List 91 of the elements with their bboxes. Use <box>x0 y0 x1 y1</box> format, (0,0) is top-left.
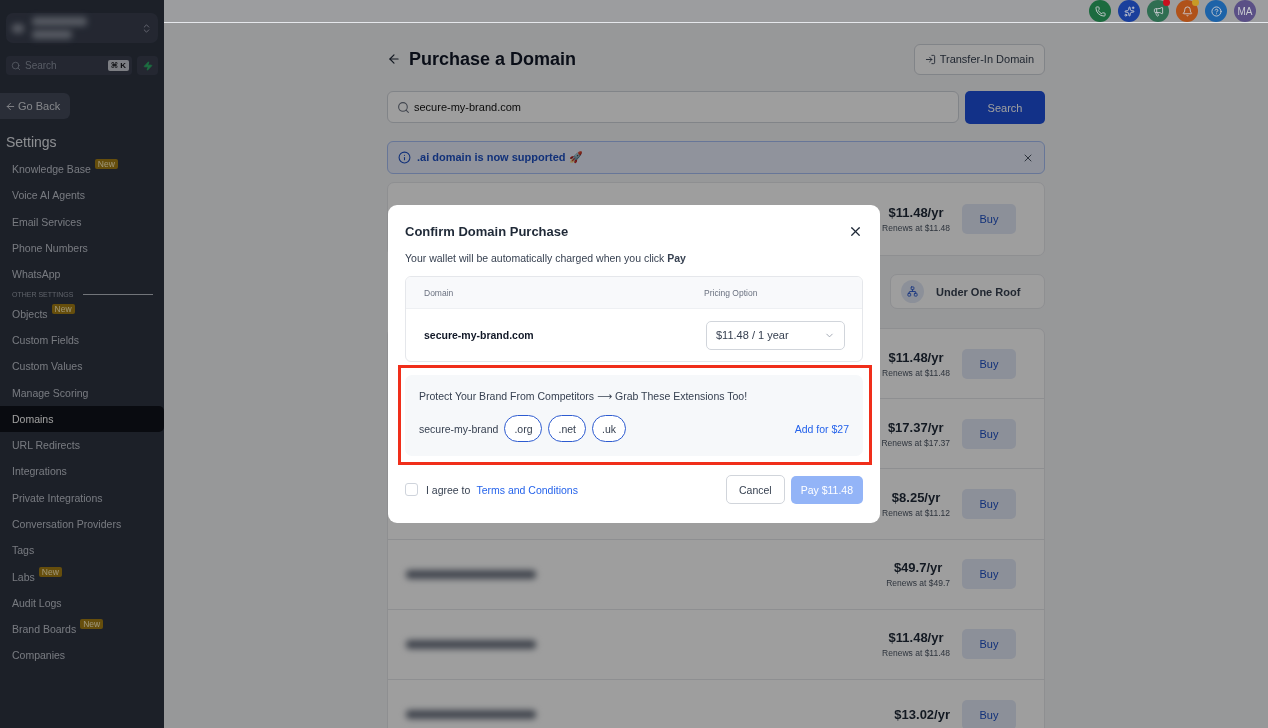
buy-button[interactable]: Buy <box>962 204 1016 234</box>
sidebar-item[interactable]: Companies <box>0 642 164 669</box>
sidebar-heading: Settings <box>6 134 58 150</box>
phone-button[interactable] <box>1089 0 1111 22</box>
sidebar-item[interactable]: Phone Numbers <box>0 234 164 262</box>
buy-button[interactable]: Buy <box>962 629 1016 660</box>
buy-button[interactable]: Buy <box>962 348 1016 379</box>
phone-icon <box>1094 5 1106 17</box>
megaphone-icon <box>1152 5 1164 17</box>
sidebar-item[interactable]: Private Integrations <box>0 484 164 511</box>
arrow-left-icon <box>5 100 16 112</box>
domain-search-field[interactable]: secure-my-brand.com <box>387 91 959 123</box>
account-switcher[interactable] <box>6 13 158 43</box>
sidebar-item[interactable]: Voice AI Agents <box>0 182 164 209</box>
search-icon <box>397 100 410 114</box>
extension-chip[interactable]: .uk <box>592 415 626 442</box>
sparkle-icon <box>1123 5 1135 17</box>
extension-chip[interactable]: .org <box>504 415 543 442</box>
sidebar-item[interactable]: Labs New <box>0 563 164 590</box>
price: $8.25/yr <box>891 489 941 505</box>
renewal-price: Renews at $17.37 <box>881 437 950 448</box>
column-header: Pricing Option <box>704 287 759 298</box>
sign-in-icon <box>924 53 936 65</box>
bell-button[interactable] <box>1176 0 1198 22</box>
renewal-price: Renews at $49.7 <box>886 578 950 589</box>
price: $11.48/yr <box>888 205 944 220</box>
buy-button[interactable]: Buy <box>962 418 1016 449</box>
notification-dot <box>1163 0 1170 6</box>
pricing-select[interactable]: $11.48 / 1 year <box>706 320 845 350</box>
sidebar-item[interactable]: Custom Fields <box>0 326 164 354</box>
add-link[interactable]: Add for $27 <box>794 422 849 435</box>
sidebar-item[interactable]: Brand Boards New <box>0 616 164 643</box>
go-back-button[interactable]: Go Back <box>0 93 70 119</box>
renewal-price: Renews at $11.48 <box>882 648 950 659</box>
price: $49.7/yr <box>893 560 943 576</box>
column-header: Domain <box>424 287 454 298</box>
quick-action-button[interactable] <box>137 56 158 75</box>
sidebar-item[interactable]: Email Services <box>0 208 164 235</box>
upsell-heading: Protect Your Brand From Competitors ⟶ Grab These Extensions Too! <box>419 390 749 402</box>
bell-icon <box>1181 5 1193 17</box>
cancel-button[interactable]: Cancel <box>725 475 785 504</box>
help-button[interactable] <box>1205 0 1227 22</box>
info-icon <box>398 151 411 164</box>
close-icon[interactable] <box>848 224 863 239</box>
dialog-description: Your wallet will be automatically charged when you click Pay <box>405 252 687 264</box>
sidebar-item[interactable]: Manage Scoring <box>0 379 164 406</box>
renewal-price: Renews at $11.12 <box>882 507 950 518</box>
banner-text: .ai domain is now supported 🚀 <box>417 151 583 164</box>
new-badge: New <box>51 303 75 314</box>
user-avatar[interactable]: MA <box>1234 0 1256 22</box>
under-one-roof-button[interactable]: Under One Roof <box>890 274 1045 309</box>
domain-name: secure-my-brand.com <box>424 329 534 341</box>
buy-button[interactable]: Buy <box>962 559 1016 590</box>
renewal-price: Renews at $11.48 <box>882 367 950 378</box>
price: $11.48/yr <box>888 349 944 365</box>
lightning-icon <box>142 60 153 71</box>
price: $11.48/yr <box>888 630 944 646</box>
agree-checkbox[interactable] <box>405 483 418 496</box>
sidebar-item[interactable]: Knowledge Base New <box>0 156 164 183</box>
dialog-title: Confirm Domain Purchase <box>405 224 569 239</box>
chevrons-icon <box>141 22 152 34</box>
sidebar-item[interactable]: Objects New <box>0 300 164 327</box>
price: $17.37/yr <box>887 419 944 435</box>
domain-base: secure-my-brand <box>419 422 499 435</box>
search-icon <box>11 60 21 71</box>
page-title: Purchase a Domain <box>409 48 577 70</box>
search-button[interactable]: Search <box>965 91 1045 124</box>
notification-dot <box>1192 0 1199 6</box>
sidebar-item[interactable]: Conversation Providers <box>0 510 164 538</box>
sparkle-button[interactable] <box>1118 0 1140 22</box>
sidebar-item[interactable]: Tags <box>0 537 164 564</box>
help-icon <box>1210 5 1222 17</box>
agree-label: I agree to <box>426 483 471 496</box>
new-badge: New <box>94 159 118 170</box>
price: $13.02/yr <box>894 707 950 723</box>
sidebar-item[interactable]: WhatsApp <box>0 261 164 288</box>
sidebar-item[interactable]: URL Redirects <box>0 431 164 459</box>
sidebar-item[interactable]: Integrations <box>0 458 164 485</box>
new-badge: New <box>80 619 104 630</box>
new-badge: New <box>38 566 62 577</box>
renewal-price: Renews at $11.48 <box>882 223 950 233</box>
sidebar-item[interactable]: Custom Values <box>0 353 164 380</box>
buy-button[interactable]: Buy <box>962 488 1016 519</box>
transfer-in-button[interactable]: Transfer-In Domain <box>913 43 1045 75</box>
megaphone-button[interactable] <box>1147 0 1169 22</box>
sidebar-item[interactable]: Domains <box>0 405 164 432</box>
extension-chip[interactable]: .net <box>548 415 586 442</box>
terms-link[interactable]: Terms and Conditions <box>476 483 578 496</box>
buy-button[interactable]: Buy <box>962 699 1016 728</box>
hierarchy-icon <box>901 280 924 303</box>
sidebar-item[interactable]: Audit Logs <box>0 589 164 617</box>
